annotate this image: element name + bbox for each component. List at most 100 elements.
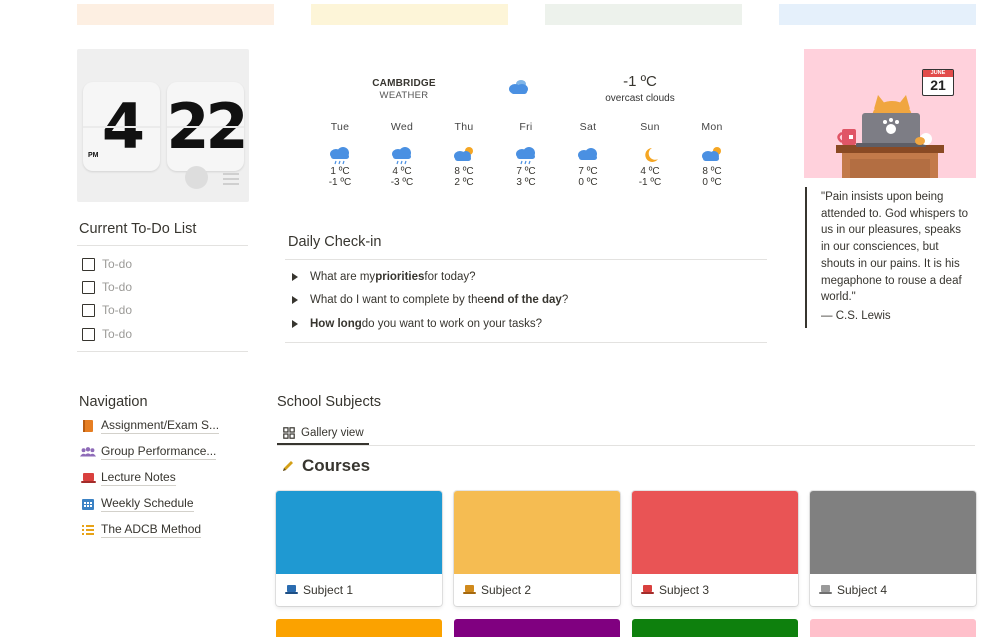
forecast-day: Tue 1 ºC -1 ºC [320, 121, 360, 188]
quote-bar [805, 187, 807, 328]
clock-hours-card: 4 PM [83, 82, 160, 171]
nav-item-label: The ADCB Method [101, 522, 202, 538]
cloud-sun-icon [700, 145, 724, 165]
rain-cloud-icon [514, 145, 538, 165]
clock-minutes-card: 22 [167, 82, 244, 171]
weather-city: CAMBRIDGE [372, 78, 436, 89]
todo-item[interactable]: To-do [82, 280, 132, 294]
banner-strip-yellow [311, 4, 508, 25]
checkin-divider-bottom [285, 342, 767, 343]
quote-author: — C.S. Lewis [821, 310, 891, 322]
nav-item-label: Assignment/Exam S... [101, 418, 220, 434]
toggle-arrow-icon[interactable] [292, 273, 298, 281]
todo-label: To-do [102, 327, 133, 341]
todo-divider-top [77, 245, 248, 246]
nav-item-group-performance[interactable]: Group Performance... [80, 444, 217, 460]
nav-item-lecture-notes[interactable]: Lecture Notes [80, 470, 176, 486]
flip-clock-widget: 4 PM 22 [77, 49, 249, 202]
checkin-title: Daily Check-in [288, 234, 382, 250]
forecast-day-name: Sat [579, 121, 597, 133]
toggle-arrow-icon[interactable] [292, 296, 298, 304]
banner-strip-green [545, 4, 742, 25]
forecast-day: Sun 4 ºC -1 ºC [630, 121, 670, 188]
weather-current-temp: -1 ºC [623, 73, 657, 90]
overcast-cloud-icon [509, 80, 528, 94]
card-label: Subject 1 [303, 583, 354, 597]
courses-heading: Courses [281, 456, 370, 476]
clock-minutes: 22 [167, 90, 244, 163]
todo-title: Current To-Do List [79, 221, 197, 237]
forecast-high: 4 ºC [392, 166, 412, 177]
nav-item-label: Group Performance... [101, 444, 217, 460]
toggle-text-pre: What do I want to complete by the [310, 294, 484, 306]
toggle-text-post: for today? [424, 271, 476, 283]
checkin-toggle-end-of-day[interactable]: What do I want to complete by the end of… [292, 294, 568, 306]
laptop-icon [285, 585, 298, 594]
toggle-text-pre: What are my [310, 271, 376, 283]
todo-label: To-do [102, 257, 133, 271]
nav-item-label: Lecture Notes [101, 470, 176, 486]
nav-item-weekly-schedule[interactable]: Weekly Schedule [80, 496, 194, 512]
course-card-subject-2[interactable]: Subject 2 [454, 491, 620, 606]
forecast-day: Sat 7 ºC 0 ºC [568, 121, 608, 188]
forecast-high: 7 ºC [578, 166, 598, 177]
forecast-day: Mon 8 ºC 0 ºC [692, 121, 732, 188]
course-card-next-purple[interactable] [454, 619, 620, 637]
cat-illustration: JUNE 21 [804, 49, 976, 178]
forecast-day: Thu 8 ºC 2 ºC [444, 121, 484, 188]
todo-item[interactable]: To-do [82, 327, 132, 341]
tab-label: Gallery view [301, 426, 364, 439]
navigation-title: Navigation [79, 394, 148, 410]
card-title: Subject 3 [632, 574, 798, 606]
todo-label: To-do [102, 303, 133, 317]
forecast-day: Wed 4 ºC -3 ºC [382, 121, 422, 188]
quote-text: "Pain insists upon being attended to. Go… [821, 191, 969, 304]
nav-item-adcb-method[interactable]: The ADCB Method [80, 522, 202, 538]
card-cover [810, 491, 976, 574]
card-label: Subject 4 [837, 583, 888, 597]
people-icon [80, 445, 96, 459]
course-card-next-green[interactable] [632, 619, 798, 637]
forecast-low: 0 ºC [702, 177, 722, 188]
gallery-grid-icon [283, 426, 295, 439]
forecast-day-name: Sun [640, 121, 660, 133]
clock-menu-icon[interactable] [223, 173, 239, 185]
book-icon [80, 419, 96, 433]
todo-checkbox[interactable] [82, 303, 95, 317]
list-icon [80, 523, 96, 537]
clock-hours: 4 [101, 90, 145, 163]
subjects-title: School Subjects [277, 394, 381, 410]
courses-title: Courses [302, 456, 371, 475]
rain-cloud-icon [390, 145, 414, 165]
forecast-day-name: Mon [701, 121, 723, 133]
calendar-icon [80, 497, 96, 511]
banner-strip-orange [77, 4, 274, 25]
weather-current-desc: overcast clouds [605, 93, 675, 104]
forecast-low: -1 ºC [638, 177, 662, 188]
course-card-subject-4[interactable]: Subject 4 [810, 491, 976, 606]
banner-strip-blue [779, 4, 976, 25]
forecast-high: 8 ºC [702, 166, 722, 177]
todo-checkbox[interactable] [82, 327, 95, 341]
card-label: Subject 3 [659, 583, 710, 597]
checkin-toggle-priorities[interactable]: What are my priorities for today? [292, 271, 476, 283]
forecast-high: 7 ºC [516, 166, 536, 177]
tab-gallery-view[interactable]: Gallery view [277, 422, 369, 445]
course-card-subject-3[interactable]: Subject 3 [632, 491, 798, 606]
todo-checkbox[interactable] [82, 257, 95, 271]
course-card-next-pink[interactable] [810, 619, 976, 637]
card-cover [276, 491, 442, 574]
todo-item[interactable]: To-do [82, 303, 132, 317]
subjects-divider [277, 445, 975, 446]
course-card-next-orange[interactable] [276, 619, 442, 637]
toggle-arrow-icon[interactable] [292, 320, 298, 328]
clock-ampm: PM [88, 152, 99, 159]
todo-checkbox[interactable] [82, 280, 95, 294]
nav-item-assignments[interactable]: Assignment/Exam S... [80, 418, 220, 434]
clock-toggle-dot[interactable] [185, 166, 208, 189]
cloud-sun-icon [452, 145, 476, 165]
pencil-icon [283, 461, 293, 471]
course-card-subject-1[interactable]: Subject 1 [276, 491, 442, 606]
todo-item[interactable]: To-do [82, 257, 132, 271]
checkin-toggle-how-long[interactable]: How long do you want to work on your tas… [292, 318, 542, 330]
